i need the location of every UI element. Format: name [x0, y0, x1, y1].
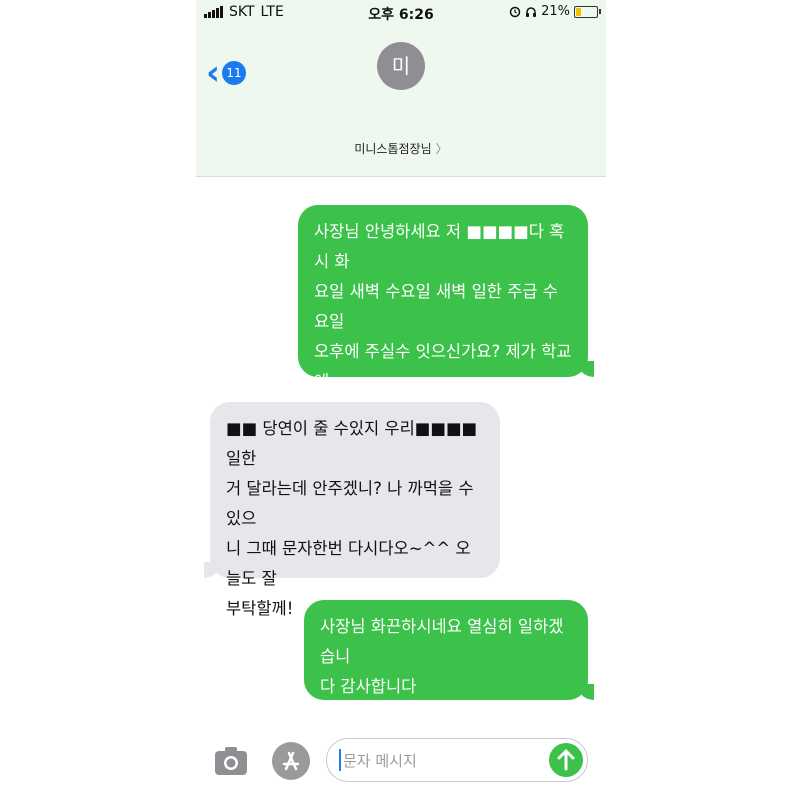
contact-name: 미니스톱점장님 — [354, 142, 432, 156]
message-input-field[interactable] — [326, 738, 588, 782]
chevron-left-icon: ‹ — [206, 53, 221, 93]
conversation-header: ‹ 11 미 미니스톱점장님 〉 — [196, 26, 606, 177]
battery-percent: 21% — [541, 4, 570, 19]
send-button[interactable] — [549, 743, 583, 777]
app-store-icon — [282, 751, 300, 771]
status-right: 21% — [509, 4, 601, 19]
battery-icon — [574, 5, 601, 18]
send-arrow-icon — [557, 749, 575, 771]
chevron-right-icon: 〉 — [435, 142, 448, 156]
message-bubble-sent[interactable]: 사장님 안녕하세요 저 ■■■■다 혹시 화 요일 새벽 수요일 새벽 일한 주… — [298, 205, 594, 421]
status-bar: SKT LTE 오후 6:26 21% — [196, 0, 606, 26]
headphones-icon — [526, 6, 537, 17]
avatar[interactable]: 미 — [377, 42, 425, 90]
alarm-icon — [509, 6, 521, 17]
back-button[interactable]: ‹ 11 — [206, 53, 247, 93]
message-input[interactable] — [341, 747, 545, 775]
message-bubble-received[interactable]: ■■ 당연이 줄 수있지 우리■■■■일한 거 달라는데 안주겠니? 나 까먹을… — [204, 402, 500, 618]
phone-screen: SKT LTE 오후 6:26 21% ‹ 11 미 미니스톱점장님 〉 사장님… — [196, 0, 606, 800]
message-bubble-sent[interactable]: 사장님 화끈하시네요 열심히 일하겠습니 다 감사합니다 — [304, 600, 594, 700]
app-store-button[interactable] — [272, 742, 310, 780]
contact-name-button[interactable]: 미니스톱점장님 〉 — [196, 140, 606, 157]
compose-bar — [196, 730, 606, 800]
unread-count-badge: 11 — [222, 61, 247, 85]
camera-icon[interactable] — [214, 744, 248, 778]
battery-fill — [576, 7, 581, 16]
